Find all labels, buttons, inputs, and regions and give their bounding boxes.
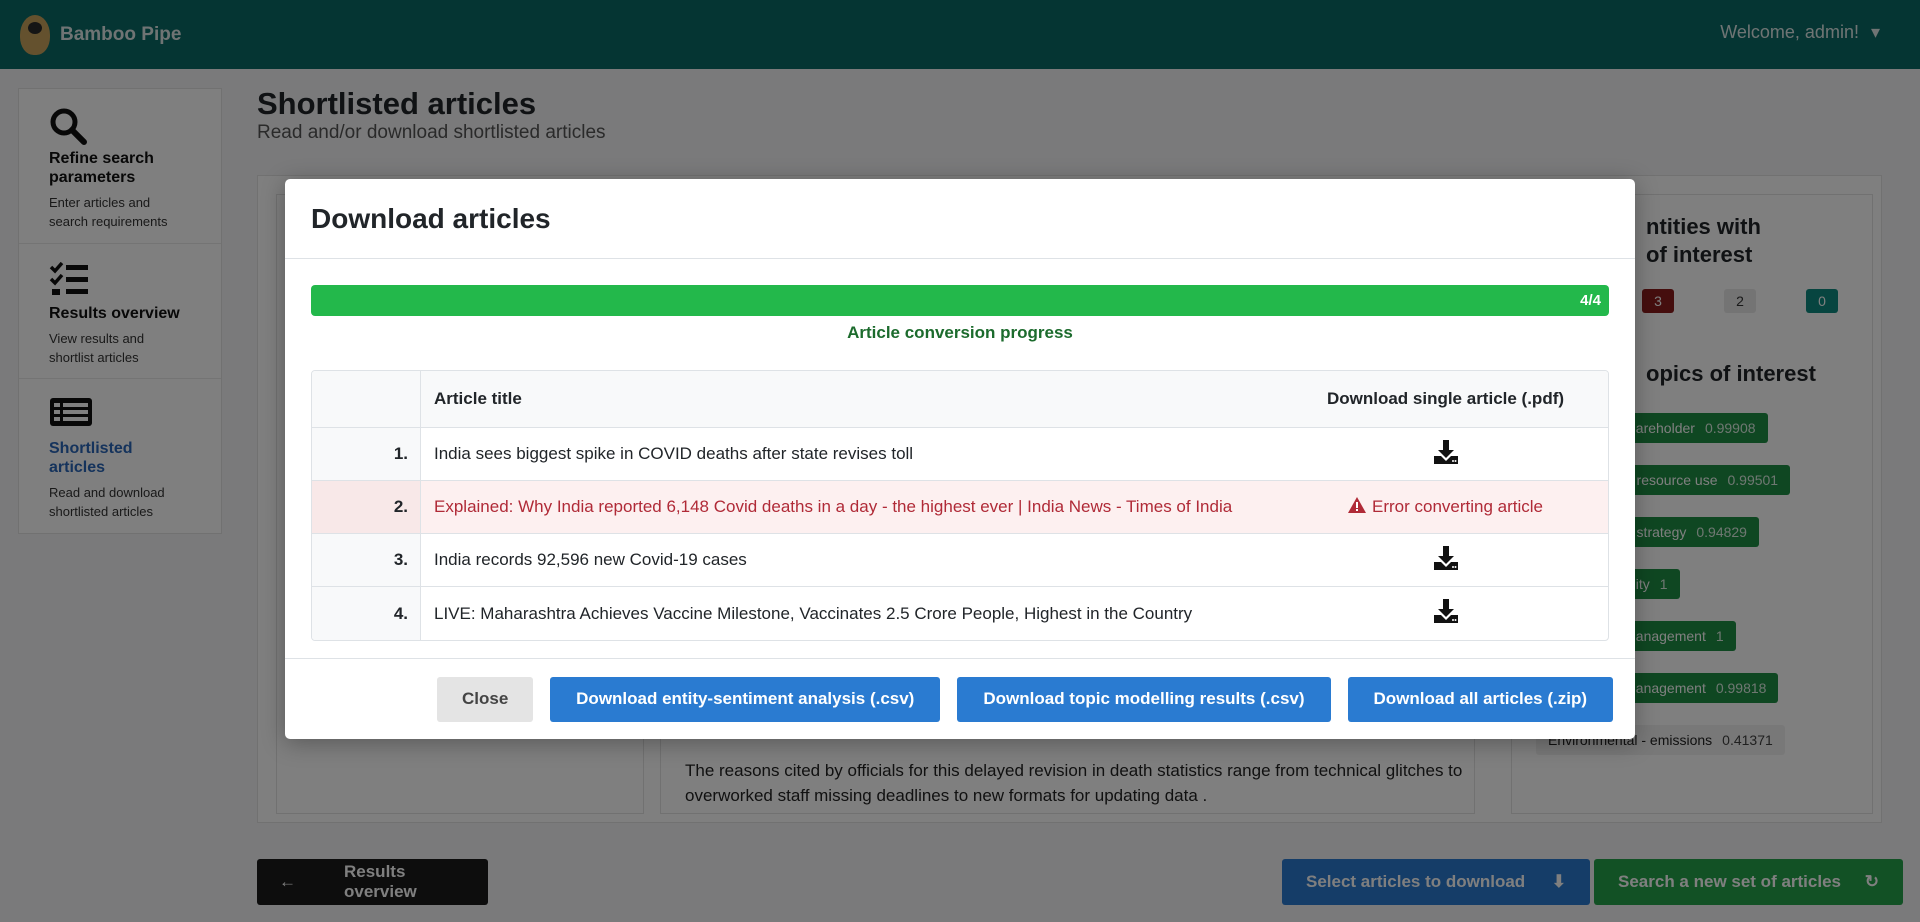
download-articles-modal: Download articles 4/4 Article conversion… xyxy=(285,179,1635,739)
download-all-zip-button[interactable]: Download all articles (.zip) xyxy=(1347,676,1613,722)
table-row: 4. LIVE: Maharashtra Achieves Vaccine Mil… xyxy=(312,587,1608,640)
article-title: Explained: Why India reported 6,148 Covi… xyxy=(434,497,1233,516)
download-pdf-icon[interactable] xyxy=(1283,545,1608,571)
table-row: 2. Explained: Why India reported 6,148 Co… xyxy=(312,481,1608,534)
title-column-header: Article title xyxy=(434,389,522,408)
download-column-header: Download single article (.pdf) xyxy=(1326,389,1565,408)
close-button[interactable]: Close xyxy=(437,676,534,722)
number-column-header xyxy=(312,371,421,427)
progress-caption: Article conversion progress xyxy=(847,323,1073,342)
modal-title: Download articles xyxy=(311,203,551,234)
table-row: 1. India sees biggest spike in COVID deat… xyxy=(312,428,1608,481)
table-header: Article title Download single article (.… xyxy=(312,371,1608,428)
row-number: 3. xyxy=(312,534,421,586)
articles-table: Article title Download single article (.… xyxy=(311,370,1609,641)
download-pdf-icon[interactable] xyxy=(1283,439,1608,465)
conversion-progress-bar: 4/4 xyxy=(311,285,1609,316)
download-cell xyxy=(1283,545,1608,576)
download-cell: Error converting article xyxy=(1283,496,1608,518)
progress-label: 4/4 xyxy=(1580,292,1601,309)
download-cell xyxy=(1283,439,1608,470)
row-number: 2. xyxy=(312,481,421,533)
article-title: India sees biggest spike in COVID deaths… xyxy=(434,444,914,463)
error-message: Error converting article xyxy=(1347,496,1543,518)
modal-header: Download articles xyxy=(285,179,1635,259)
article-title: India records 92,596 new Covid-19 cases xyxy=(434,550,747,569)
row-number: 4. xyxy=(312,587,421,640)
error-text: Error converting article xyxy=(1371,497,1543,516)
modal-body: 4/4 Article conversion progress Article … xyxy=(285,259,1635,641)
table-row: 3. India records 92,596 new Covid-19 case… xyxy=(312,534,1608,587)
table-body: 1. India sees biggest spike in COVID deat… xyxy=(312,428,1608,640)
warning-icon xyxy=(1347,496,1366,518)
row-number: 1. xyxy=(312,428,421,480)
download-sentiment-csv-button[interactable]: Download entity-sentiment analysis (.csv… xyxy=(550,676,941,722)
progress-fill: 4/4 xyxy=(311,285,1609,316)
download-cell xyxy=(1283,598,1608,629)
article-title: LIVE: Maharashtra Achieves Vaccine Miles… xyxy=(434,603,1193,623)
download-topics-csv-button[interactable]: Download topic modelling results (.csv) xyxy=(957,676,1331,722)
modal-footer: Close Download entity-sentiment analysis… xyxy=(285,658,1635,739)
download-pdf-icon[interactable] xyxy=(1283,598,1608,624)
